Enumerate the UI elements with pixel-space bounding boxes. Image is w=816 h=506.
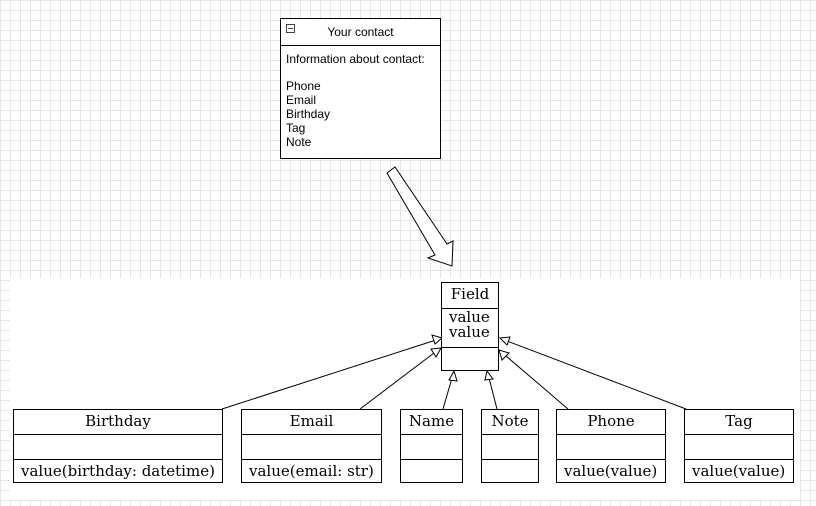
class-name: Email [289,412,334,430]
inherit-arrowhead-note [484,369,494,381]
class-method: value(birthday: datetime) [14,459,222,482]
contact-field-item: Phone [286,79,321,93]
class-attributes [557,434,665,459]
class-name: Birthday [85,412,151,430]
contact-field-item: Tag [286,121,306,135]
class-box-phone[interactable]: Phone value(value) [556,409,666,483]
contact-intro: Information about contact: [286,52,425,66]
class-box-email[interactable]: Email value(email: str) [241,409,382,483]
inherit-arrowhead-phone [498,349,510,361]
collapse-icon[interactable] [286,24,295,33]
flow-arrow[interactable] [386,166,454,267]
contact-header: Your contact [281,19,440,46]
inherit-line-phone[interactable] [505,355,569,410]
field-class-box[interactable]: Field value value [441,282,499,371]
contact-field-item: Birthday [286,107,331,121]
inherit-line-name[interactable] [442,377,453,410]
inherit-line-birthday[interactable] [221,339,437,410]
class-attributes [482,434,538,459]
class-name: Phone [587,412,635,430]
contact-body: Information about contact: Phone Email B… [281,46,440,155]
contact-field-item: Email [286,93,317,107]
class-box-tag[interactable]: Tag value(value) [684,409,794,483]
inherit-line-tag[interactable] [506,340,687,410]
inherit-arrowhead-email [430,347,442,358]
class-attributes [685,434,793,459]
inherit-arrowhead-tag [498,336,511,346]
class-method: value(value) [685,459,793,482]
class-box-birthday[interactable]: Birthday value(birthday: datetime) [13,409,223,483]
contact-container[interactable]: Your contact Information about contact: … [280,18,441,159]
class-box-name[interactable]: Name [400,409,463,483]
class-method [401,459,462,482]
class-attributes [401,434,462,459]
class-method: value(email: str) [242,459,381,482]
field-class-attribute: value [449,323,490,341]
class-method: value(value) [557,459,665,482]
class-name: Name [408,412,455,430]
contact-title: Your contact [327,25,394,39]
class-attributes [14,434,222,459]
field-class-name: Field [450,285,490,303]
field-class-methods [442,347,498,370]
class-box-note[interactable]: Note [481,409,539,483]
class-attributes [242,434,381,459]
field-class-attributes: value value [442,308,498,347]
contact-field-item: Note [286,135,312,149]
inherit-arrowhead-name [448,369,458,382]
class-name: Tag [725,412,753,430]
class-name: Note [491,412,529,430]
inherit-line-note[interactable] [488,377,498,410]
class-method [482,459,538,482]
